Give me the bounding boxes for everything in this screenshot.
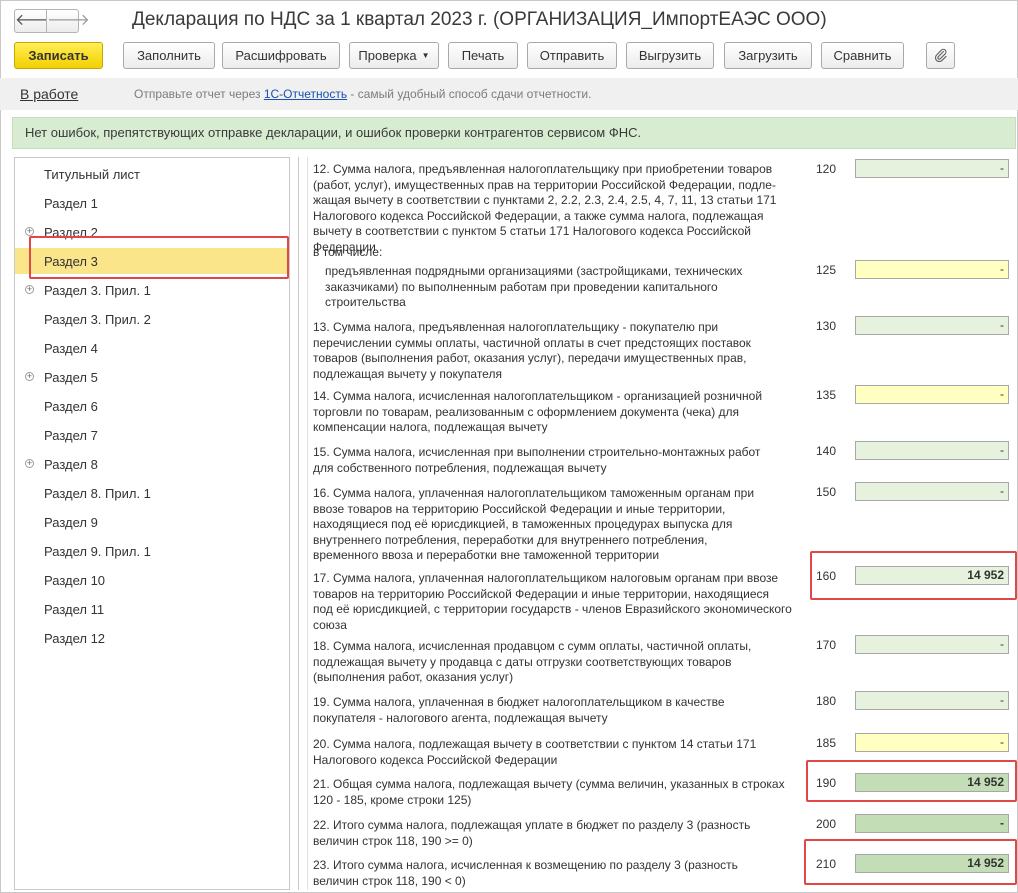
section-item-label: Раздел 9 [44,515,98,530]
row-description: в том числе: [313,245,383,259]
row-description: 21. Общая сумма налога, подлежащая вычет… [313,777,785,807]
document-title: Декларация по НДС за 1 квартал 2023 г. (… [132,9,827,30]
section-item[interactable]: Раздел 7 [15,422,289,448]
section-item-label: Раздел 6 [44,399,98,414]
section-item-label: Раздел 8 [44,457,98,472]
hint-prefix: Отправьте отчет через [134,87,264,101]
row-description: 19. Сумма налога, уплаченная в бюджет на… [313,695,725,725]
row-value-field[interactable]: - [855,691,1009,710]
back-button[interactable]: 🡐 [14,9,58,33]
row-line-code: 120 [816,162,837,176]
section-item[interactable]: Раздел 3. Прил. 2 [15,306,289,332]
section-item-label: Раздел 9. Прил. 1 [44,544,151,559]
row-description: 20. Сумма налога, подлежащая вычету в со… [313,737,757,767]
import-button[interactable]: Загрузить [724,42,812,69]
form-gutter-line [307,157,308,890]
toolbar: Записать Заполнить Расшифровать Проверка… [0,42,1018,72]
row-line-code: 130 [816,319,837,333]
section-item[interactable]: Раздел 1 [15,190,289,216]
section-item[interactable]: + Раздел 5 [15,364,289,390]
expand-plus-icon[interactable]: + [25,459,34,468]
expand-plus-icon[interactable]: + [25,285,34,294]
row-description: 23. Итого сумма налога, исчисленная к во… [313,858,738,888]
section-item[interactable]: Раздел 8. Прил. 1 [15,480,289,506]
row-line-code: 140 [816,444,837,458]
row-line-code: 180 [816,694,837,708]
section-item-label: Раздел 4 [44,341,98,356]
document-state-link[interactable]: В работе [20,86,78,102]
row-description: 15. Сумма налога, исчисленная при выполн… [313,445,761,475]
section-item-label: Раздел 3. Прил. 2 [44,312,151,327]
section-item-label: Раздел 11 [44,602,105,617]
row-description: 18. Сумма налога, исчисленная продавцом … [313,639,752,684]
check-dropdown-button[interactable]: Проверка ▼ [349,42,439,69]
expand-plus-icon[interactable]: + [25,372,34,381]
row-description: 22. Итого сумма налога, подлежащая уплат… [313,818,751,848]
attach-button[interactable] [926,42,955,69]
section-item[interactable]: Раздел 10 [15,567,289,593]
row-value-field[interactable]: - [855,159,1009,178]
section-item-label: Раздел 8. Прил. 1 [44,486,151,501]
row-line-code: 125 [816,263,837,277]
section-item[interactable]: Раздел 4 [15,335,289,361]
row-description: 12. Сумма налога, предъявленная налогопл… [313,162,777,254]
row-line-code: 185 [816,736,837,750]
row-value-field[interactable]: - [855,316,1009,335]
title-bar: 🡐 🡒 Декларация по НДС за 1 квартал 2023 … [0,0,1018,40]
paperclip-icon [934,48,947,63]
section-item[interactable]: + Раздел 8 [15,451,289,477]
forward-button[interactable]: 🡒 [46,9,90,33]
reporting-service-link[interactable]: 1С-Отчетность [264,87,347,101]
status-bar: В работе Отправьте отчет через 1С-Отчетн… [0,78,1018,110]
row-value-field[interactable]: - [855,482,1009,501]
section-item-label: Титульный лист [44,167,141,182]
section-item-label: Раздел 3. Прил. 1 [44,283,151,298]
section-item-label: Раздел 10 [44,573,106,588]
save-button[interactable]: Записать [14,42,103,69]
highlight-frame-210 [804,839,1017,885]
section-item[interactable]: Раздел 9 [15,509,289,535]
row-line-code: 170 [816,638,837,652]
row-value-field[interactable]: - [855,635,1009,654]
section-item-label: Раздел 5 [44,370,98,385]
section-item[interactable]: Раздел 11 [15,596,289,622]
arrow-right-icon: 🡒 [47,12,90,29]
row-value-field[interactable]: - [855,441,1009,460]
section-item-label: Раздел 7 [44,428,98,443]
print-button[interactable]: Печать [448,42,518,69]
section-item[interactable]: Раздел 9. Прил. 1 [15,538,289,564]
export-button[interactable]: Выгрузить [626,42,714,69]
row-description: 13. Сумма налога, предъявленная налогопл… [313,320,751,381]
section-item[interactable]: Раздел 12 [15,625,289,651]
highlight-frame-160 [810,551,1017,600]
row-description: 14. Сумма налога, исчисленная налогоплат… [313,389,763,434]
fill-button[interactable]: Заполнить [123,42,215,69]
compare-button[interactable]: Сравнить [821,42,904,69]
row-value-field[interactable]: - [855,260,1009,279]
row-description: 16. Сумма налога, уплаченная налогоплате… [313,486,755,562]
reporting-hint: Отправьте отчет через 1С-Отчетность - са… [134,87,591,101]
section-item[interactable]: Раздел 6 [15,393,289,419]
send-button[interactable]: Отправить [527,42,617,69]
row-line-code: 200 [816,817,837,831]
section-item[interactable]: Титульный лист [15,161,289,187]
dropdown-arrow-icon: ▼ [421,51,430,60]
row-value-field[interactable]: - [855,385,1009,404]
row-line-code: 150 [816,485,837,499]
row-description: предъявленная подрядными организациями (… [325,264,743,309]
check-button-label: Проверка [358,48,417,63]
section-item[interactable]: + Раздел 3. Прил. 1 [15,277,289,303]
decode-button[interactable]: Расшифровать [222,42,340,69]
row-value-field[interactable]: - [855,733,1009,752]
hint-suffix: - самый удобный способ сдачи отчетности. [347,87,592,101]
row-line-code: 135 [816,388,837,402]
section-item-label: Раздел 12 [44,631,106,646]
row-value-field[interactable]: - [855,814,1009,833]
highlight-frame-section [29,236,289,279]
expand-plus-icon[interactable]: + [25,227,34,236]
row-description: 17. Сумма налога, уплаченная налогоплате… [313,571,792,632]
highlight-frame-190 [806,760,1017,802]
section-item-label: Раздел 1 [44,196,98,211]
check-result-banner: Нет ошибок, препятствующих отправке декл… [12,117,1016,149]
